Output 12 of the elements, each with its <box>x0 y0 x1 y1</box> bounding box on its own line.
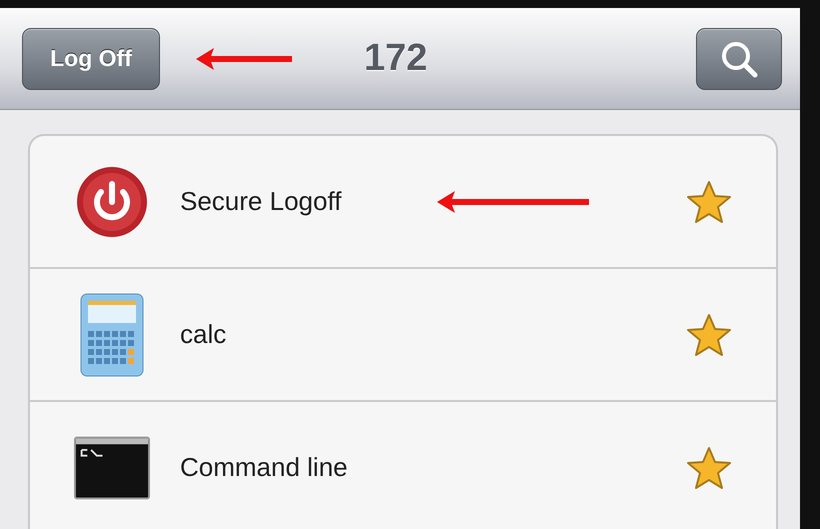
power-icon <box>76 166 148 238</box>
calculator-icon <box>80 292 144 376</box>
star-icon[interactable] <box>686 446 732 490</box>
list-item[interactable]: Secure Logoff <box>180 186 342 217</box>
search-button[interactable] <box>696 28 782 90</box>
list-item[interactable]: Command line <box>180 452 348 483</box>
star-icon[interactable] <box>686 312 732 356</box>
list-item[interactable]: calc <box>180 319 226 350</box>
star-icon[interactable] <box>686 180 732 224</box>
nav-title: 172 <box>364 37 428 80</box>
terminal-icon <box>74 434 150 500</box>
log-off-button[interactable]: Log Off <box>22 28 160 90</box>
